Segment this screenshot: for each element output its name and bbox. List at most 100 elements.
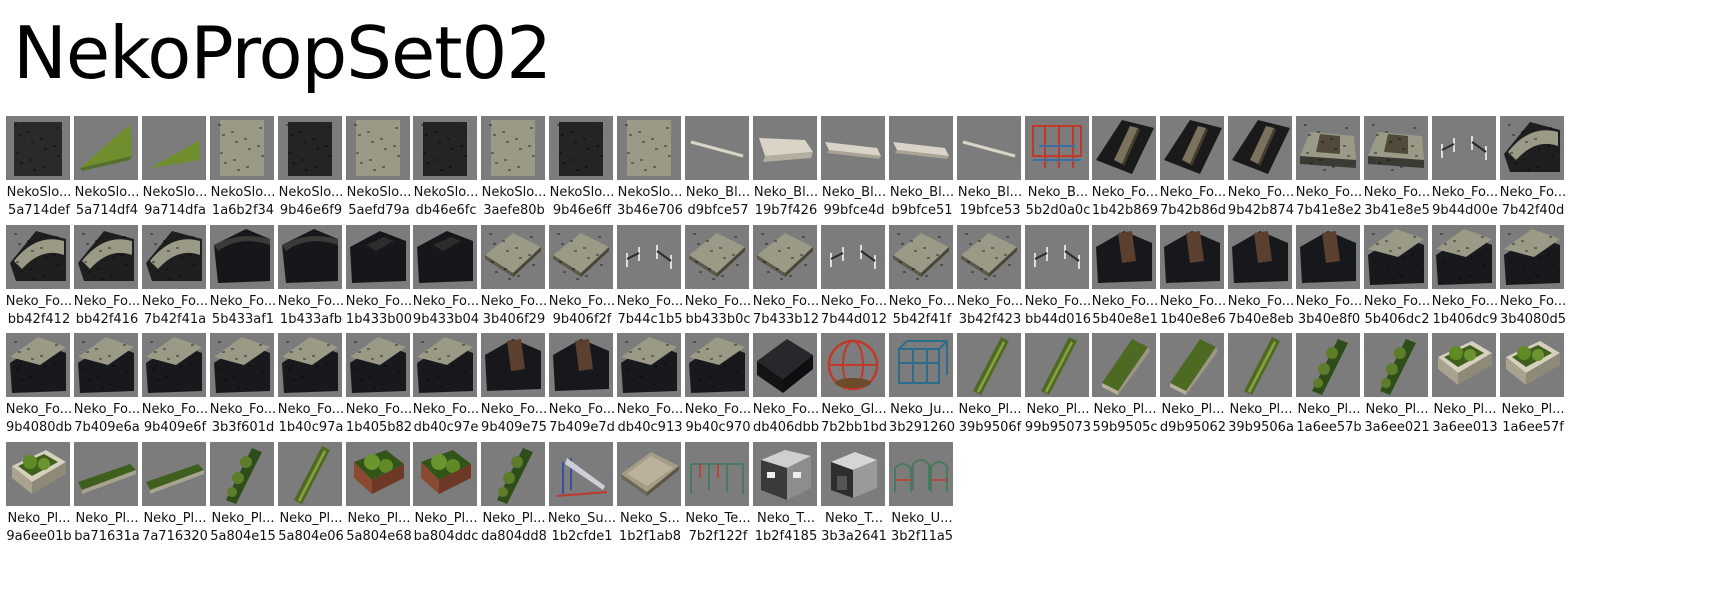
asset-item[interactable]: Neko_Fo... 9b4080db: [6, 333, 80, 459]
asset-name: Neko_Fo...: [548, 294, 616, 309]
asset-item[interactable]: Neko_Pl... 3a6ee013: [1432, 333, 1506, 459]
asset-item[interactable]: Neko_Fo... 9b44d00e: [1432, 116, 1506, 242]
asset-id: 1b433afb: [279, 312, 343, 327]
asset-name: Neko_Pl...: [7, 511, 71, 526]
asset-item[interactable]: Neko_Fo... 1b42b869: [1092, 116, 1166, 242]
asset-name: NekoSlo...: [6, 185, 72, 200]
asset-item[interactable]: Neko_Gl... 7b2bb1bd: [821, 333, 895, 459]
asset-name: Neko_B...: [1027, 185, 1089, 200]
asset-id: 9b406f2f: [552, 312, 612, 327]
asset-item[interactable]: NekoSlo... 3aefe80b: [481, 116, 555, 242]
asset-item[interactable]: Neko_Fo... 7b42b86d: [1160, 116, 1234, 242]
asset-item[interactable]: NekoSlo... 9b46e6ff: [549, 116, 623, 242]
asset-grid: NekoSlo... 5a714def NekoSlo... 5a714df4 Neko…: [0, 0, 1710, 592]
asset-item[interactable]: Neko_Pl... 5a804e68: [346, 442, 420, 568]
asset-item[interactable]: Neko_Pl... 3a6ee021: [1364, 333, 1438, 459]
asset-id: 39b9506f: [958, 420, 1022, 435]
asset-item[interactable]: Neko_Fo... db406dbb: [753, 333, 827, 459]
asset-id: db40c913: [617, 420, 683, 435]
asset-item[interactable]: Neko_Pl... 9a6ee01b: [6, 442, 80, 568]
fence-posts-icon: [1432, 116, 1496, 180]
asset-item[interactable]: Neko_Pl... 59b9505c: [1092, 333, 1166, 459]
asset-id: 7b42b86d: [1159, 203, 1227, 218]
asset-item[interactable]: Neko_Te... 7b2f122f: [685, 442, 759, 568]
asset-item[interactable]: Neko_Pl... ba71631a: [74, 442, 148, 568]
asset-id: ba804ddc: [413, 529, 479, 544]
asset-name: NekoSlo...: [346, 185, 412, 200]
asset-item[interactable]: Neko_Fo... db40c97e: [413, 333, 487, 459]
asset-item[interactable]: Neko_T... 3b3a2641: [821, 442, 895, 568]
asset-item[interactable]: Neko_Fo... 3b41e8e5: [1364, 116, 1438, 242]
asset-item[interactable]: Neko_Pl... ba804ddc: [413, 442, 487, 568]
asset-item[interactable]: Neko_Pl... 1a6ee57b: [1296, 333, 1370, 459]
asset-item[interactable]: Neko_Pl... 5a804e15: [210, 442, 284, 568]
asset-id: 5b2d0a0c: [1025, 203, 1091, 218]
asset-name: Neko_Fo...: [1091, 294, 1159, 309]
asset-item[interactable]: Neko_Fo... 9b409e75: [481, 333, 555, 459]
asset-name: Neko_Fo...: [5, 402, 73, 417]
asset-item[interactable]: Neko_Fo... 7b41e8e2: [1296, 116, 1370, 242]
asset-item[interactable]: Neko_Fo... 9b42b874: [1228, 116, 1302, 242]
asset-item[interactable]: Neko_Bl... b9bfce51: [889, 116, 963, 242]
asset-item[interactable]: Neko_Fo... db40c913: [617, 333, 691, 459]
asset-item[interactable]: Neko_Fo... 7b409e6a: [74, 333, 148, 459]
asset-item[interactable]: NekoSlo... 9a714dfa: [142, 116, 216, 242]
asset-item[interactable]: Neko_Fo... 7b42f40d: [1500, 116, 1574, 242]
asset-name: Neko_Su...: [547, 511, 617, 526]
asset-item[interactable]: NekoSlo... 5a714def: [6, 116, 80, 242]
asset-id: 1b2f1ab8: [618, 529, 682, 544]
asset-name: NekoSlo...: [413, 185, 479, 200]
asset-item[interactable]: NekoSlo... 5a714df4: [74, 116, 148, 242]
asset-item[interactable]: Neko_Pl... 39b9506a: [1228, 333, 1302, 459]
asset-id: 3b4080d5: [1499, 312, 1567, 327]
asset-id: 1a6b2f34: [211, 203, 275, 218]
asset-item[interactable]: Neko_Bl... 19b7f426: [753, 116, 827, 242]
asset-item[interactable]: Neko_Fo... 9b409e6f: [142, 333, 216, 459]
asset-item[interactable]: Neko_Su... 1b2cfde1: [548, 442, 623, 568]
asset-name: Neko_Fo...: [480, 402, 548, 417]
asset-item[interactable]: Neko_Fo... 9b40c970: [685, 333, 759, 459]
asset-item[interactable]: Neko_S... 1b2f1ab8: [617, 442, 691, 568]
flat-ground-icon: [753, 225, 817, 289]
asset-item[interactable]: Neko_Pl... da804dd8: [481, 442, 555, 568]
asset-item[interactable]: Neko_T... 1b2f4185: [753, 442, 827, 568]
jungle-gym-icon: [889, 333, 953, 397]
asset-name: Neko_Fo...: [412, 294, 480, 309]
asset-id: d9b95062: [1159, 420, 1227, 435]
asset-item[interactable]: Neko_Pl... 39b9506f: [957, 333, 1031, 459]
asset-item[interactable]: NekoSlo... 1a6b2f34: [210, 116, 284, 242]
asset-id: 7b44d012: [820, 312, 888, 327]
asset-item[interactable]: NekoSlo... db46e6fc: [413, 116, 487, 242]
asset-item[interactable]: Neko_Pl... 1a6ee57f: [1500, 333, 1574, 459]
asset-item[interactable]: Neko_B... 5b2d0a0c: [1025, 116, 1099, 242]
asset-item[interactable]: Neko_Pl... d9b95062: [1160, 333, 1234, 459]
asset-item[interactable]: Neko_Bl... d9bfce57: [685, 116, 759, 242]
asset-id: da804dd8: [481, 529, 547, 544]
asset-item[interactable]: NekoSlo... 5aefd79a: [346, 116, 420, 242]
dark-block-plank-icon: [481, 333, 545, 397]
asset-id: 9b4080db: [5, 420, 73, 435]
dark-block-top-icon: [142, 333, 206, 397]
asset-item[interactable]: Neko_Fo... 7b409e7d: [549, 333, 623, 459]
planter-box-icon: [6, 442, 70, 506]
asset-item[interactable]: Neko_Bl... 99bfce4d: [821, 116, 895, 242]
planter-brick-icon: [346, 442, 410, 506]
asset-item[interactable]: Neko_Fo... 3b3f601d: [210, 333, 284, 459]
asset-item[interactable]: Neko_Pl... 7a716320: [142, 442, 216, 568]
foundation-curve-icon: [1500, 116, 1564, 180]
asset-id: bb44d016: [1024, 312, 1092, 327]
dark-slab-icon: [413, 116, 477, 180]
asset-item[interactable]: Neko_Pl... 5a804e06: [278, 442, 352, 568]
asset-item[interactable]: Neko_Fo... 1b405b82: [346, 333, 420, 459]
asset-item[interactable]: Neko_Ju... 3b291260: [889, 333, 963, 459]
planter-long-icon: [1228, 333, 1292, 397]
asset-item[interactable]: Neko_Bl... 19bfce53: [957, 116, 1031, 242]
asset-item[interactable]: Neko_Fo... 1b40c97a: [278, 333, 352, 459]
flat-ground-icon: [889, 225, 953, 289]
asset-item[interactable]: Neko_U... 3b2f11a5: [889, 442, 963, 568]
planter-long-icon: [1025, 333, 1089, 397]
asset-item[interactable]: NekoSlo... 9b46e6f9: [278, 116, 352, 242]
asset-item[interactable]: NekoSlo... 3b46e706: [617, 116, 691, 242]
asset-name: Neko_Fo...: [752, 294, 820, 309]
asset-item[interactable]: Neko_Pl... 99b95073: [1025, 333, 1099, 459]
